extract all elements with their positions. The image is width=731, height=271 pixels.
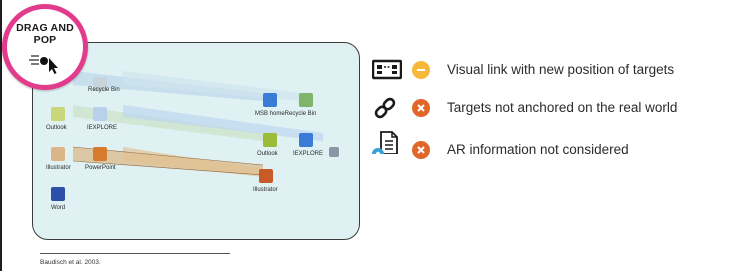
word-icon[interactable] bbox=[51, 187, 65, 201]
outlook-icon[interactable] bbox=[51, 107, 65, 121]
ar-document-location-icon bbox=[372, 131, 398, 154]
partial-status-icon bbox=[412, 61, 430, 79]
illustrator-icon[interactable] bbox=[51, 147, 65, 161]
desktop-icon-label: IEXPLORE bbox=[87, 125, 118, 131]
desktop-icon-label: Recycle Bin bbox=[88, 87, 120, 93]
visual-link-icon bbox=[372, 59, 402, 80]
desktop-icon-label: PowerPoint bbox=[85, 165, 116, 171]
criterion-row: AR information not considered bbox=[372, 131, 727, 166]
internet-explorer-icon[interactable] bbox=[299, 133, 313, 147]
link-icon bbox=[374, 97, 396, 119]
criterion-row: Targets not anchored on the real world bbox=[372, 96, 727, 120]
criterion-text: AR information not considered bbox=[447, 142, 629, 157]
drag-and-pop-badge: DRAG AND POP bbox=[2, 4, 88, 90]
pen-tablet-icon bbox=[329, 147, 339, 157]
internet-explorer-icon[interactable] bbox=[263, 93, 277, 107]
criterion-row: Visual link with new position of targets bbox=[372, 58, 727, 82]
desktop-icon-label: Outlook bbox=[46, 125, 67, 131]
desktop-icon-label: Outlook bbox=[257, 151, 278, 157]
desktop-icon-label: IEXPLORE bbox=[293, 151, 324, 157]
internet-explorer-icon[interactable] bbox=[93, 107, 107, 121]
drag-and-pop-cursor-icon bbox=[29, 55, 58, 74]
link-band-powerpoint bbox=[123, 147, 263, 177]
criterion-text: Visual link with new position of targets bbox=[447, 62, 675, 77]
recycle-bin-icon[interactable] bbox=[299, 93, 313, 107]
powerpoint-icon[interactable] bbox=[93, 147, 107, 161]
criterion-text: Targets not anchored on the real world bbox=[447, 100, 678, 115]
drag-and-pop-screenshot: Recycle Bin Outlook IEXPLORE Illustrator… bbox=[32, 42, 360, 240]
badge-inner-circle: DRAG AND POP bbox=[7, 9, 83, 85]
citation-rule bbox=[40, 253, 230, 254]
desktop-icon-label: Illustrator bbox=[46, 165, 71, 171]
not-met-status-icon bbox=[412, 141, 430, 159]
badge-title: DRAG AND POP bbox=[16, 22, 74, 46]
desktop-icon-label: MSB homeRecycle Bin bbox=[255, 111, 317, 117]
desktop-icon-label: Word bbox=[51, 205, 66, 211]
citation: Baudisch et al. 2003. bbox=[40, 259, 101, 266]
desktop-icon-label: Illustrator bbox=[253, 187, 278, 193]
not-met-status-icon bbox=[412, 99, 430, 117]
illustrator-icon[interactable] bbox=[259, 169, 273, 183]
outlook-icon[interactable] bbox=[263, 133, 277, 147]
